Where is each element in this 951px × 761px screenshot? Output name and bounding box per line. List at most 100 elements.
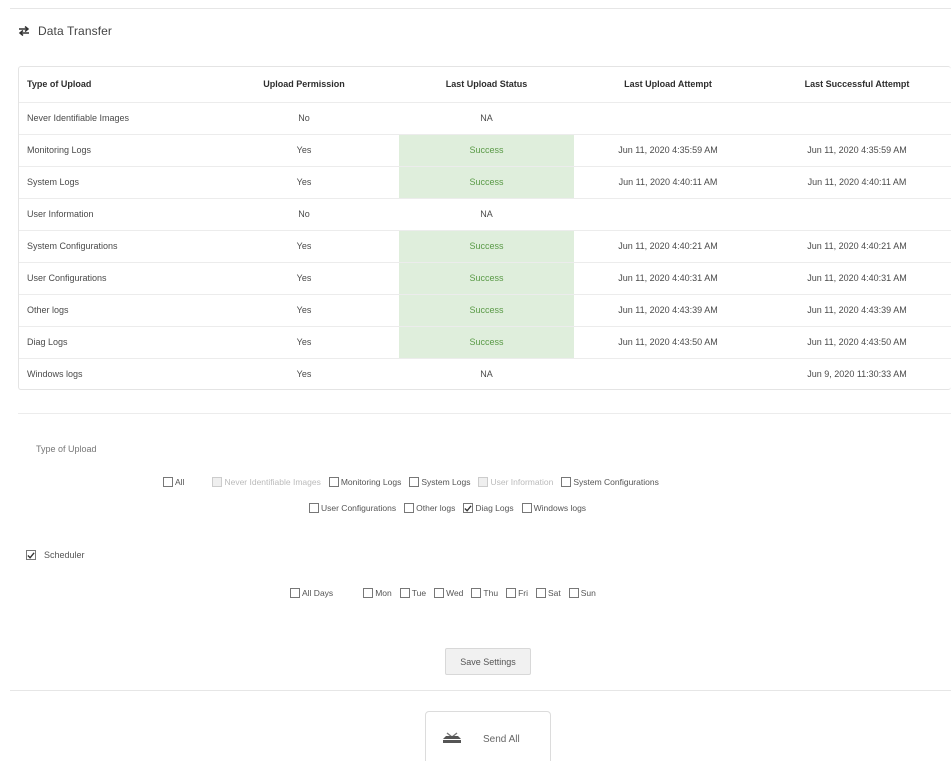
day-checkbox-tue-box[interactable] (399, 588, 410, 598)
upload-type-checkbox[interactable]: All (163, 477, 184, 487)
upload-type-checkbox-box[interactable] (521, 503, 532, 513)
table-cell: Jun 11, 2020 4:43:50 AM (574, 326, 762, 359)
day-checkbox-thu-label: Thu (483, 588, 499, 598)
day-checkbox-sun-label: Sun (580, 588, 596, 598)
table-row: Diag Logs Yes Success Jun 11, 2020 4:43:50 … (19, 326, 951, 359)
table-row: Never Identifiable Images No NA (19, 102, 951, 135)
column-header: Type of Upload (19, 67, 209, 103)
send-all-label: Send All (483, 733, 520, 745)
day-checkbox-wed-box[interactable] (434, 588, 445, 598)
day-checkbox-fri-label: Fri (518, 588, 528, 598)
upload-type-checkbox[interactable]: Other logs (404, 503, 455, 513)
upload-type-checkbox-box[interactable] (561, 477, 572, 487)
table-cell: Yes (209, 262, 399, 295)
table-row: System Configurations Yes Success Jun 11, 2… (19, 230, 951, 263)
table-cell: Yes (296, 369, 312, 380)
day-checkbox-wed-label: Wed (446, 588, 464, 598)
upload-type-checkbox[interactable]: Diag Logs (463, 503, 514, 513)
day-checkbox-sun-box[interactable] (568, 588, 579, 598)
upload-type-checkbox-box (212, 477, 223, 487)
scheduler-days-row: All Days Mon Tue Wed Thu Fri Sat Sun (290, 588, 604, 598)
upload-type-checkbox-box[interactable] (409, 477, 420, 487)
upload-type-checkbox-box[interactable] (463, 503, 474, 513)
table-row: Other logs Yes Success Jun 11, 2020 4:43:39… (19, 294, 951, 327)
day-checkbox-fri[interactable]: Fri (506, 588, 528, 598)
table-cell: Jun 11, 2020 4:40:11 AM (762, 166, 951, 199)
table-cell: Success (399, 294, 574, 327)
transfer-arrows-icon (18, 26, 30, 36)
upload-type-checkbox[interactable]: Windows logs (521, 503, 587, 513)
table-cell: Jun 11, 2020 4:40:31 AM (762, 262, 951, 295)
table-cell: Diag Logs (19, 326, 209, 359)
page-title: Data Transfer (38, 24, 112, 38)
day-checkbox-thu-box[interactable] (471, 588, 482, 598)
table-cell: No (209, 102, 399, 135)
upload-type-checkbox-box[interactable] (328, 477, 339, 487)
upload-type-checkbox: Never Identifiable Images (212, 477, 321, 487)
page-header: Data Transfer (18, 24, 112, 38)
day-checkbox-sat[interactable]: Sat (535, 588, 561, 598)
upload-type-checkbox-box[interactable] (163, 477, 173, 487)
column-header: Last Successful Attempt (762, 67, 951, 103)
table-cell: Yes (209, 134, 399, 167)
upload-type-checkbox-box[interactable] (309, 503, 319, 513)
upload-status-table: Type of Upload Upload Permission Last Up… (18, 66, 951, 390)
upload-type-checkbox-label: Other logs (416, 503, 456, 513)
upload-type-checkbox[interactable]: System Configurations (561, 477, 659, 487)
send-all-button[interactable]: Send All (425, 711, 551, 761)
table-cell: NA (399, 198, 574, 231)
table-cell (574, 198, 762, 231)
table-cell: Yes (209, 166, 399, 199)
table-cell: Success (399, 230, 574, 263)
day-checkbox-mon[interactable]: Mon (363, 588, 392, 598)
table-cell: Success (399, 326, 574, 359)
scheduler-checkbox[interactable] (26, 550, 36, 560)
all-days-checkbox-box[interactable] (290, 588, 300, 598)
day-checkbox-wed[interactable]: Wed (434, 588, 463, 598)
day-checkbox-mon-box[interactable] (363, 588, 374, 598)
day-checkbox-tue[interactable]: Tue (399, 588, 426, 598)
upload-type-checkbox-box (478, 477, 489, 487)
table-cell: User Information (19, 198, 209, 231)
section-divider (18, 413, 951, 414)
table-row: User Configurations Yes Success Jun 11, 202… (19, 262, 951, 295)
table-cell: Jun 11, 2020 4:40:21 AM (574, 230, 762, 263)
upload-type-checkbox[interactable]: User Configurations (309, 503, 396, 513)
table-cell: Yes (209, 326, 399, 359)
day-checkbox-mon-label: Mon (375, 588, 392, 598)
table-row: Windows logs Yes NA Jun 9, 2020 11:30:33 AM (19, 358, 951, 389)
table-cell: System Logs (19, 166, 209, 199)
save-settings-button[interactable]: Save Settings (445, 648, 531, 675)
upload-type-label: Type of Upload (36, 444, 97, 454)
table-row: User Information No NA (19, 198, 951, 231)
upload-type-checkbox[interactable]: System Logs (409, 477, 470, 487)
upload-type-checkbox[interactable]: Monitoring Logs (328, 477, 401, 487)
day-checkbox-fri-box[interactable] (506, 588, 517, 598)
top-divider (10, 8, 951, 9)
table-cell (574, 102, 762, 135)
table-cell: Monitoring Logs (19, 134, 209, 167)
table-cell: Jun 11, 2020 4:35:59 AM (762, 134, 951, 167)
upload-type-checkbox-label: System Logs (421, 477, 471, 487)
day-checkbox-thu[interactable]: Thu (471, 588, 498, 598)
column-header: Upload Permission (209, 67, 399, 103)
day-checkbox-sat-label: Sat (547, 588, 561, 598)
table-cell: Jun 11, 2020 4:40:31 AM (574, 262, 762, 295)
table-cell: Jun 11, 2020 4:43:39 AM (762, 294, 951, 327)
column-header: Last Upload Status (399, 67, 574, 103)
upload-type-checkbox-label: Windows logs (533, 503, 587, 513)
table-cell: User Configurations (19, 262, 209, 295)
day-checkbox-sat-box[interactable] (535, 588, 546, 598)
table-cell (762, 198, 951, 231)
table-cell: Jun 9, 2020 11:30:33 AM (807, 369, 907, 380)
upload-type-checkbox-box[interactable] (404, 503, 415, 513)
all-days-checkbox-label: All Days (302, 588, 334, 598)
upload-type-checkbox-row: User Configurations Other logs Diag Logs Wi… (309, 503, 594, 513)
upload-type-checkbox: User Information (478, 477, 553, 487)
upload-tray-icon (441, 731, 463, 748)
day-checkbox-sun[interactable]: Sun (568, 588, 596, 598)
table-header-row: Type of Upload Upload Permission Last Up… (19, 67, 951, 103)
all-days-checkbox[interactable]: All Days (290, 588, 333, 598)
table-cell: Yes (209, 230, 399, 263)
scheduler-toggle[interactable]: Scheduler (26, 550, 85, 560)
